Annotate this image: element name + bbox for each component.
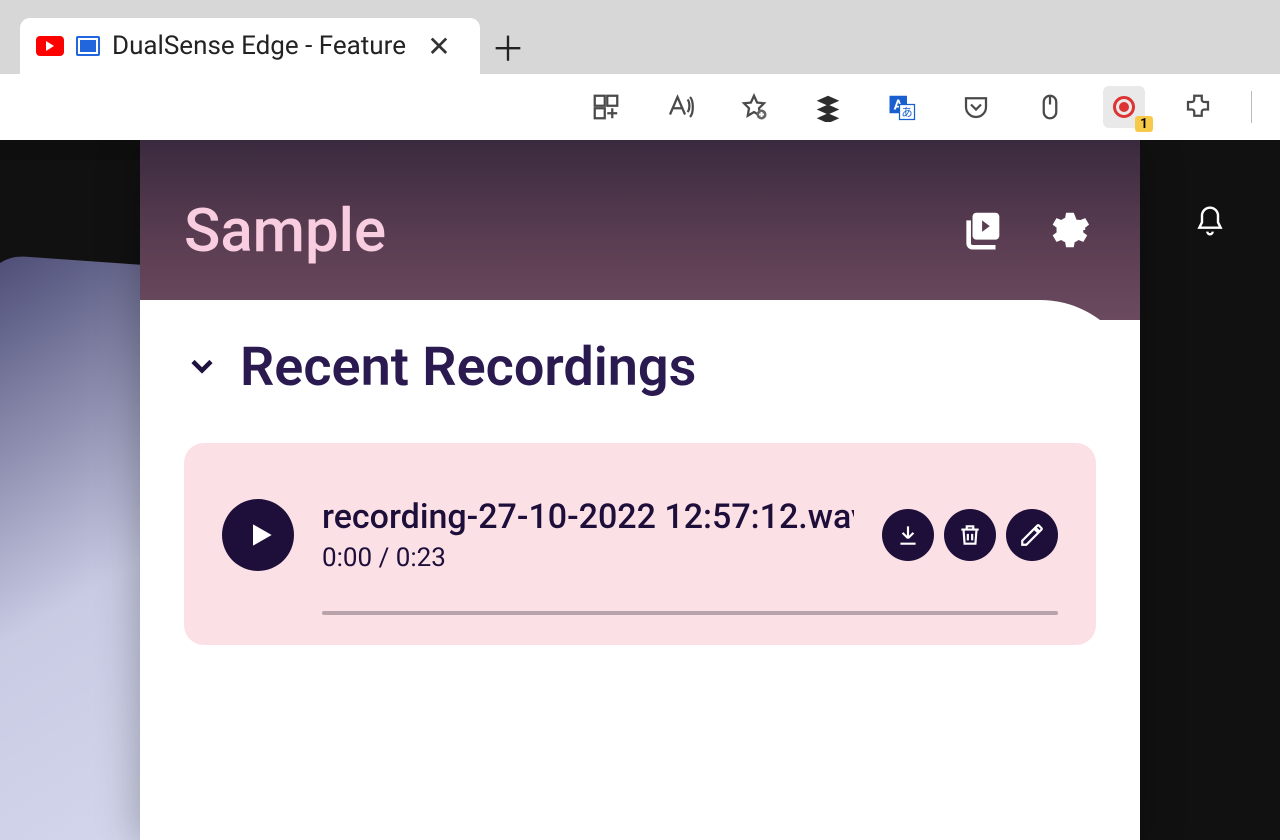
delete-button[interactable] — [944, 509, 996, 561]
page-content: Sample Recent Recordings — [0, 140, 1280, 840]
svg-text:あ: あ — [901, 105, 912, 118]
section-title: Recent Recordings — [240, 336, 696, 399]
extension-title: Sample — [184, 195, 386, 266]
record-badge: 1 — [1135, 116, 1153, 132]
extensions-menu-icon[interactable] — [1177, 86, 1219, 128]
mouse-extension-icon[interactable] — [1029, 86, 1071, 128]
close-tab-button[interactable]: ✕ — [426, 33, 452, 59]
browser-toolbar: Aあ 1 — [0, 74, 1280, 140]
settings-button[interactable] — [1040, 202, 1096, 258]
collections-icon[interactable] — [585, 86, 627, 128]
buffer-extension-icon[interactable] — [807, 86, 849, 128]
library-button[interactable] — [956, 202, 1012, 258]
pocket-extension-icon[interactable] — [955, 86, 997, 128]
recording-filename: recording-27-10-2022 12:57:12.wav — [322, 497, 854, 537]
play-button[interactable] — [222, 499, 294, 571]
read-aloud-icon[interactable] — [659, 86, 701, 128]
record-extension-icon[interactable]: 1 — [1103, 86, 1145, 128]
youtube-icon — [36, 36, 64, 56]
notifications-button[interactable] — [1187, 198, 1233, 244]
extension-header: Sample — [140, 140, 1140, 320]
translate-extension-icon[interactable]: Aあ — [881, 86, 923, 128]
tab-title: DualSense Edge - Feature — [112, 31, 406, 61]
download-button[interactable] — [882, 509, 934, 561]
page-right-column — [1140, 140, 1280, 840]
favorites-icon[interactable] — [733, 86, 775, 128]
browser-tab-strip: DualSense Edge - Feature ✕ ＋ — [0, 0, 1280, 74]
extension-popup: Sample Recent Recordings — [140, 140, 1140, 840]
edit-button[interactable] — [1006, 509, 1058, 561]
chevron-down-icon — [184, 348, 220, 388]
record-dot-icon — [1113, 96, 1135, 118]
recording-card: recording-27-10-2022 12:57:12.wav 0:00 /… — [184, 443, 1096, 645]
section-header[interactable]: Recent Recordings — [184, 336, 1096, 399]
site-icon — [76, 36, 100, 56]
extension-body: Recent Recordings recording-27-10-2022 1… — [140, 300, 1140, 840]
browser-tab[interactable]: DualSense Edge - Feature ✕ — [20, 18, 480, 74]
new-tab-button[interactable]: ＋ — [480, 18, 536, 74]
toolbar-divider — [1251, 91, 1252, 123]
progress-bar[interactable] — [322, 611, 1058, 615]
recording-time: 0:00 / 0:23 — [322, 543, 854, 573]
